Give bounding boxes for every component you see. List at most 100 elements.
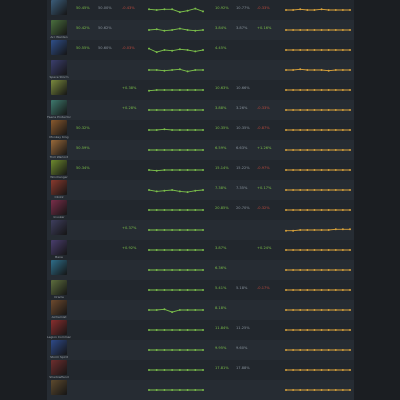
win-rate-sparkline-point: [163, 29, 166, 32]
win-rate-sparkline-point: [171, 269, 174, 271]
hero-portrait-icon[interactable]: [51, 360, 67, 375]
pick-rate: 17.81%: [215, 366, 229, 370]
win-rate-sparkline-point: [155, 389, 158, 391]
win-rate-sparkline-point: [163, 329, 166, 331]
pick-rate-sparkline-point: [349, 69, 351, 71]
hero-portrait-icon[interactable]: [51, 140, 67, 155]
pick-rate-sparkline-point: [285, 309, 287, 311]
hero-portrait-icon[interactable]: [51, 260, 67, 275]
hero-portrait-icon[interactable]: [51, 120, 67, 135]
hero-portrait-icon[interactable]: [51, 180, 67, 195]
pick-rate-sparkline-point: [285, 349, 287, 351]
hero-portrait-icon[interactable]: [51, 280, 67, 295]
hero-row[interactable]: 50.45% 50.00% -0.43% 10.92% 10.77% -0.33%: [47, 0, 354, 20]
win-rate: 50.42%: [76, 26, 90, 30]
win-rate-sparkline-point: [178, 89, 181, 91]
pick-rate-sparkline-line: [286, 8, 350, 11]
hero-portrait-icon[interactable]: [51, 40, 67, 55]
hero-row[interactable]: +0.38% 10.63% 10.66%: [47, 80, 354, 100]
pick-rate-sparkline-point: [327, 309, 330, 311]
pick-rate: 5.41%: [215, 286, 227, 290]
pick-rate-sparkline-point: [292, 49, 295, 51]
win-rate-sparkline: [148, 27, 204, 32]
pick-rate-sparkline-point: [341, 69, 344, 71]
pick-rate-sparkline-point: [306, 149, 309, 151]
hero-row[interactable]: Troll Warlord 50.59% 6.59% 6.63% +1.26%: [47, 140, 354, 160]
pick-rate-sparkline-point: [334, 389, 337, 391]
pick-rate-sparkline-point: [341, 329, 344, 331]
pick-rate-sparkline-point: [341, 369, 344, 371]
pick-rate-sparkline-point: [320, 8, 323, 11]
hero-row[interactable]: 6.36%: [47, 260, 354, 280]
hero-row[interactable]: Legion Commander 11.84% 11.25%: [47, 320, 354, 340]
win-rate-sparkline-point: [202, 189, 204, 191]
hero-row[interactable]: Storm Spirit 9.95% 9.60%: [47, 340, 354, 360]
win-rate-sparkline: [148, 47, 204, 54]
win-rate-sparkline-point: [194, 109, 197, 111]
pick-rate-sparkline-point: [349, 289, 351, 291]
hero-name: Troll Warlord: [49, 155, 69, 159]
hero-row[interactable]: Oracle 5.41% 5.18% -0.17%: [47, 280, 354, 300]
hero-row[interactable]: 50.55% 50.60% -0.03% 4.45%: [47, 40, 354, 60]
win-rate-sparkline-point: [163, 249, 166, 251]
win-rate-sparkline-point: [148, 169, 150, 171]
hero-name: Faerie Protector: [47, 115, 71, 119]
avg-pick-rate: 6.63%: [236, 146, 248, 150]
pick-rate-sparkline: [285, 169, 351, 171]
pick-rate-sparkline-point: [313, 89, 316, 91]
win-rate-sparkline-point: [148, 309, 150, 311]
hero-row[interactable]: Invoker 20.85% 20.70% -0.32%: [47, 200, 354, 220]
hero-portrait-icon[interactable]: [51, 220, 67, 235]
pick-rate-sparkline-point: [341, 149, 344, 151]
win-rate-sparkline-point: [155, 129, 158, 131]
win-rate-sparkline-point: [178, 129, 181, 131]
avg-pick-rate: 11.25%: [236, 326, 250, 330]
hero-portrait-icon[interactable]: [51, 380, 67, 395]
win-rate-sparkline-point: [186, 309, 189, 311]
hero-row[interactable]: Clinkz 7.38% 7.35% +0.17%: [47, 180, 354, 200]
hero-portrait-icon[interactable]: [51, 100, 67, 115]
pick-rate-sparkline-point: [292, 229, 295, 232]
hero-portrait-icon[interactable]: [51, 240, 67, 255]
hero-portrait-icon[interactable]: [51, 80, 67, 95]
pick-rate-sparkline: [285, 389, 351, 391]
win-rate-sparkline: [148, 128, 204, 131]
hero-portrait-icon[interactable]: [51, 20, 67, 35]
hero-row[interactable]: Monkey King 50.32% 10.35% 10.35% -0.87%: [47, 120, 354, 140]
avg-win-rate: 50.00%: [98, 6, 112, 10]
pick-rate-sparkline: [285, 228, 351, 232]
win-rate-sparkline-point: [171, 349, 174, 351]
hero-portrait-icon[interactable]: [51, 0, 67, 15]
hero-portrait-icon[interactable]: [51, 200, 67, 215]
hero-portrait-icon[interactable]: [51, 340, 67, 355]
pick-rate-sparkline-point: [334, 189, 337, 191]
pick-rate-sparkline: [285, 309, 351, 311]
hero-portrait-icon[interactable]: [51, 160, 67, 175]
win-rate-sparkline-point: [171, 329, 174, 331]
win-rate-sparkline-point: [194, 329, 197, 331]
hero-row[interactable]: Faerie Protector +0.28% 3.88% 3.26% -0.33%: [47, 100, 354, 120]
pick-rate: 20.85%: [215, 206, 229, 210]
hero-row[interactable]: Arc Warden 50.42% 50.62% 3.84% 3.87% +0.16%: [47, 20, 354, 40]
pick-rate-sparkline-point: [299, 269, 302, 271]
hero-row[interactable]: Bane +0.92% 3.87% +0.24%: [47, 240, 354, 260]
pick-rate-sparkline-point: [306, 249, 309, 251]
hero-row[interactable]: Shadowfiend 17.81% 17.88%: [47, 360, 354, 380]
hero-row[interactable]: [47, 380, 354, 400]
win-rate-sparkline-point: [148, 249, 150, 251]
hero-row[interactable]: +0.37%: [47, 220, 354, 240]
hero-portrait-icon[interactable]: [51, 300, 67, 315]
win-rate-sparkline: [148, 389, 204, 391]
pick-rate-sparkline-point: [285, 109, 287, 111]
hero-portrait-icon[interactable]: [51, 320, 67, 335]
win-rate-sparkline-point: [163, 8, 166, 11]
pick-rate-sparkline-point: [327, 229, 330, 231]
win-rate-sparkline-point: [171, 249, 174, 251]
win-rate-sparkline-point: [194, 7, 197, 10]
hero-row[interactable]: Windranger 50.34% 15.14% 15.22% -0.97%: [47, 160, 354, 180]
hero-row[interactable]: Alchemist 8.18%: [47, 300, 354, 320]
win-rate: 50.45%: [76, 6, 90, 10]
win-rate-sparkline: [148, 149, 204, 151]
hero-row[interactable]: Space Storm: [47, 60, 354, 80]
hero-portrait-icon[interactable]: [51, 60, 67, 75]
